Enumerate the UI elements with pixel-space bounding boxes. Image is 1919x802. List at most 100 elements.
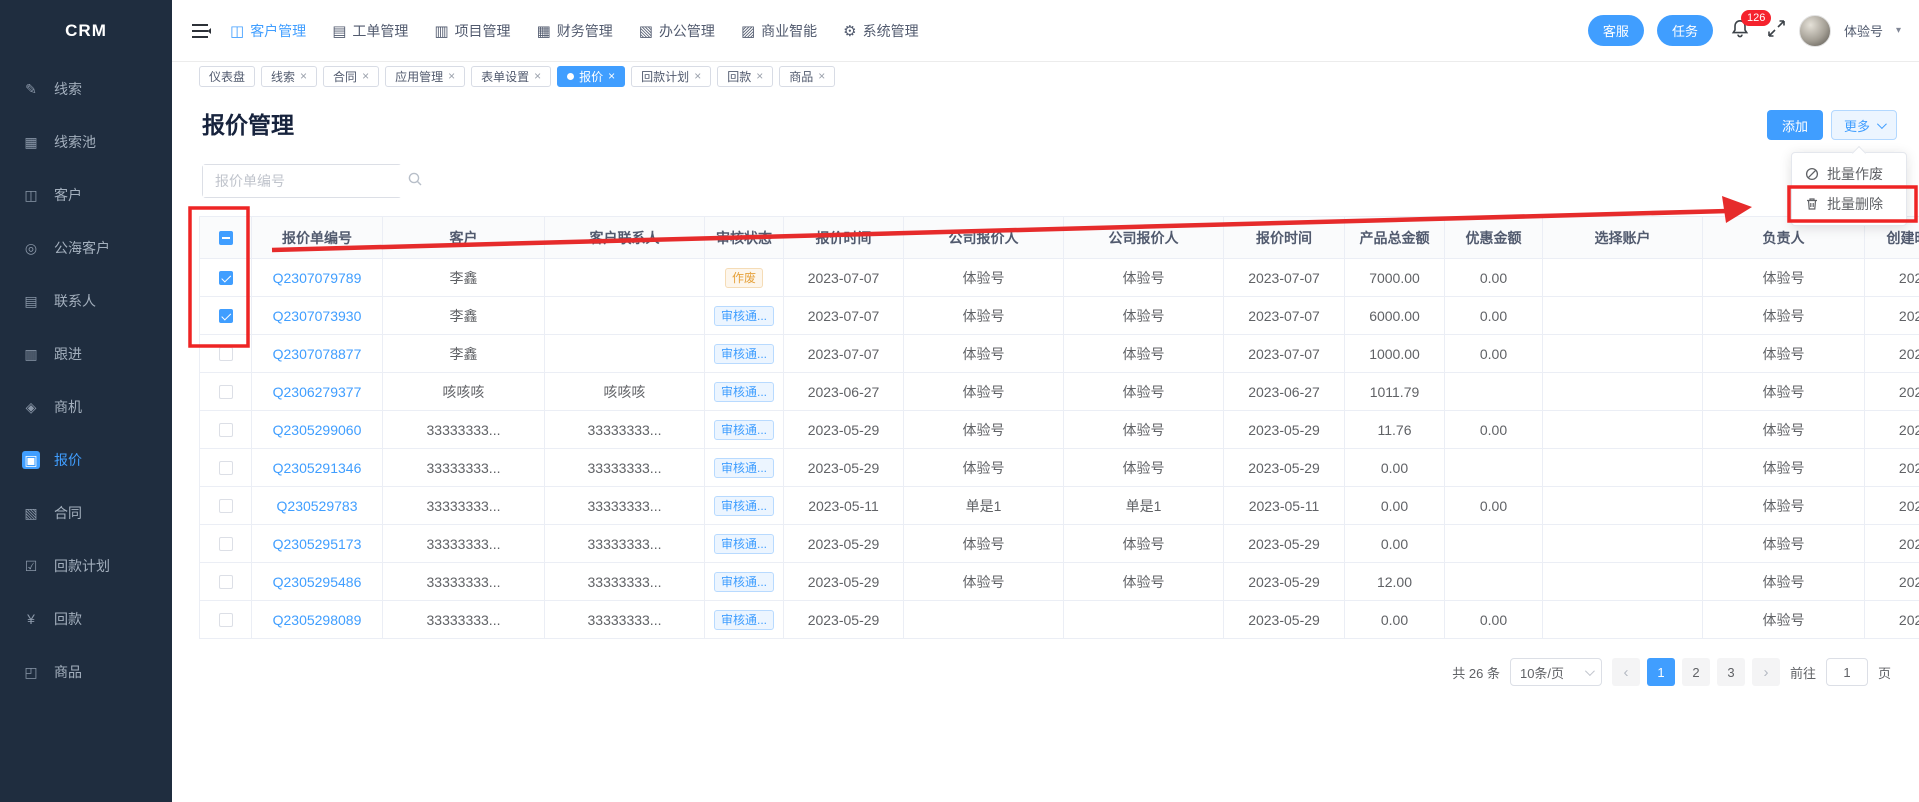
page-size-select[interactable]: 10条/页 [1510,658,1602,686]
tab[interactable]: 报价 × [557,66,625,87]
tab[interactable]: 表单设置 × [471,66,551,87]
page-button[interactable]: 2 [1682,658,1710,686]
cell-checkbox [200,487,252,525]
top-module[interactable]: ▤ 工单管理 [332,21,408,41]
row-checkbox[interactable] [219,271,233,285]
task-button[interactable]: 任务 [1657,15,1713,46]
sidebar-item[interactable]: ✎ 线索 [0,62,172,115]
cell-quote-date: 2023-05-29 [784,411,904,449]
tab-close-icon[interactable]: × [608,70,615,82]
cell-company-quoter-2: 体验号 [1064,525,1224,563]
more-button-label: 更多 [1844,116,1870,135]
top-module[interactable]: ◫ 客户管理 [230,21,306,41]
sidebar-item[interactable]: ◰ 商品 [0,645,172,698]
page-button[interactable]: 1 [1647,658,1675,686]
tab-close-icon[interactable]: × [448,70,455,82]
row-checkbox[interactable] [219,309,233,323]
next-page-button[interactable]: › [1752,658,1780,686]
support-button[interactable]: 客服 [1588,15,1644,46]
cell-contact: 33333333... [545,525,705,563]
tab[interactable]: 回款 × [717,66,773,87]
cell-quote-number[interactable]: Q2305299060 [252,411,383,449]
cell-quote-number[interactable]: Q2305291346 [252,449,383,487]
sidebar-item[interactable]: ▥ 跟进 [0,327,172,380]
sidebar-item[interactable]: ◫ 客户 [0,168,172,221]
cell-quote-number[interactable]: Q2306279377 [252,373,383,411]
tab-close-icon[interactable]: × [818,70,825,82]
prev-page-button[interactable]: ‹ [1612,658,1640,686]
page-button[interactable]: 3 [1717,658,1745,686]
row-checkbox[interactable] [219,499,233,513]
contact-icon: ▤ [22,292,40,310]
sidebar-item[interactable]: ◈ 商机 [0,380,172,433]
tab[interactable]: 应用管理 × [385,66,465,87]
row-checkbox[interactable] [219,537,233,551]
cell-company-quoter: 体验号 [904,449,1064,487]
tab[interactable]: 商品 × [779,66,835,87]
cell-quote-date-2: 2023-06-27 [1224,373,1345,411]
add-button[interactable]: 添加 [1767,110,1823,140]
cell-quote-number[interactable]: Q2307079789 [252,259,383,297]
tab[interactable]: 仪表盘 × [199,66,255,87]
sidebar-item[interactable]: ¥ 回款 [0,592,172,645]
status-badge: 审核通... [714,610,774,630]
tab[interactable]: 线索 × [261,66,317,87]
select-all-checkbox[interactable] [219,231,233,245]
cell-quote-number[interactable]: Q230529783 [252,487,383,525]
top-module[interactable]: ▨ 商业智能 [741,21,817,41]
tab[interactable]: 回款计划 × [631,66,711,87]
user-avatar[interactable] [1799,15,1831,47]
row-checkbox[interactable] [219,461,233,475]
goto-page-input[interactable] [1826,658,1868,686]
batch-delete-menu-item[interactable]: 批量删除 [1792,189,1906,219]
cell-owner: 体验号 [1703,411,1865,449]
status-badge: 审核通... [714,458,774,478]
cell-quote-number[interactable]: Q2307073930 [252,297,383,335]
collapse-sidebar-icon[interactable] [190,21,212,41]
tab-close-icon[interactable]: × [756,70,763,82]
top-module[interactable]: ⚙ 系统管理 [843,21,918,41]
batch-void-menu-item[interactable]: 批量作废 [1792,159,1906,189]
top-module[interactable]: ▦ 财务管理 [537,21,613,41]
search-icon[interactable] [408,172,422,191]
sidebar-item[interactable]: ▧ 合同 [0,486,172,539]
tab-close-icon[interactable]: × [362,70,369,82]
sidebar-item[interactable]: ▣ 报价 [0,433,172,486]
cell-created: 2023 [1865,525,1919,563]
quote-number-search-input[interactable] [203,165,408,197]
sidebar-item[interactable]: ☑ 回款计划 [0,539,172,592]
sidebar-item[interactable]: ◎ 公海客户 [0,221,172,274]
cell-quote-number[interactable]: Q2305295486 [252,563,383,601]
tab-close-icon[interactable]: × [694,70,701,82]
cell-account [1543,335,1703,373]
table-header-row: 报价单编号 客户 客户联系人 审核状态 报价时间 公司报价人 [200,217,1919,259]
top-module[interactable]: ▥ 项目管理 [434,21,510,41]
cell-quote-date: 2023-06-27 [784,373,904,411]
row-checkbox[interactable] [219,347,233,361]
more-button[interactable]: 更多 [1831,110,1897,140]
tab-close-icon[interactable]: × [534,70,541,82]
notification-bell-icon[interactable]: 126 [1730,19,1754,43]
user-menu-caret-icon[interactable]: ▾ [1896,25,1901,36]
row-checkbox[interactable] [219,385,233,399]
cell-owner: 体验号 [1703,563,1865,601]
tab-label: 合同 [333,68,357,85]
cell-company-quoter [904,601,1064,639]
row-checkbox[interactable] [219,613,233,627]
topbar: ◫ 客户管理 ▤ 工单管理 ▥ 项目管理 ▦ [172,0,1919,62]
top-module[interactable]: ▧ 办公管理 [639,21,715,41]
row-checkbox[interactable] [219,423,233,437]
quote-management-page: 报价管理 添加 更多 [172,90,1919,802]
sidebar-item[interactable]: ▤ 联系人 [0,274,172,327]
sidebar-item-label: 回款 [54,609,82,629]
cell-quote-number[interactable]: Q2305298089 [252,601,383,639]
row-checkbox[interactable] [219,575,233,589]
cell-owner: 体验号 [1703,487,1865,525]
sidebar: CRM ✎ 线索 ▦ 线索池 ◫ 客户 ◎ [0,0,172,802]
cell-quote-number[interactable]: Q2305295173 [252,525,383,563]
cell-quote-number[interactable]: Q2307078877 [252,335,383,373]
sidebar-item[interactable]: ▦ 线索池 [0,115,172,168]
tab[interactable]: 合同 × [323,66,379,87]
tab-close-icon[interactable]: × [300,70,307,82]
cell-account [1543,411,1703,449]
